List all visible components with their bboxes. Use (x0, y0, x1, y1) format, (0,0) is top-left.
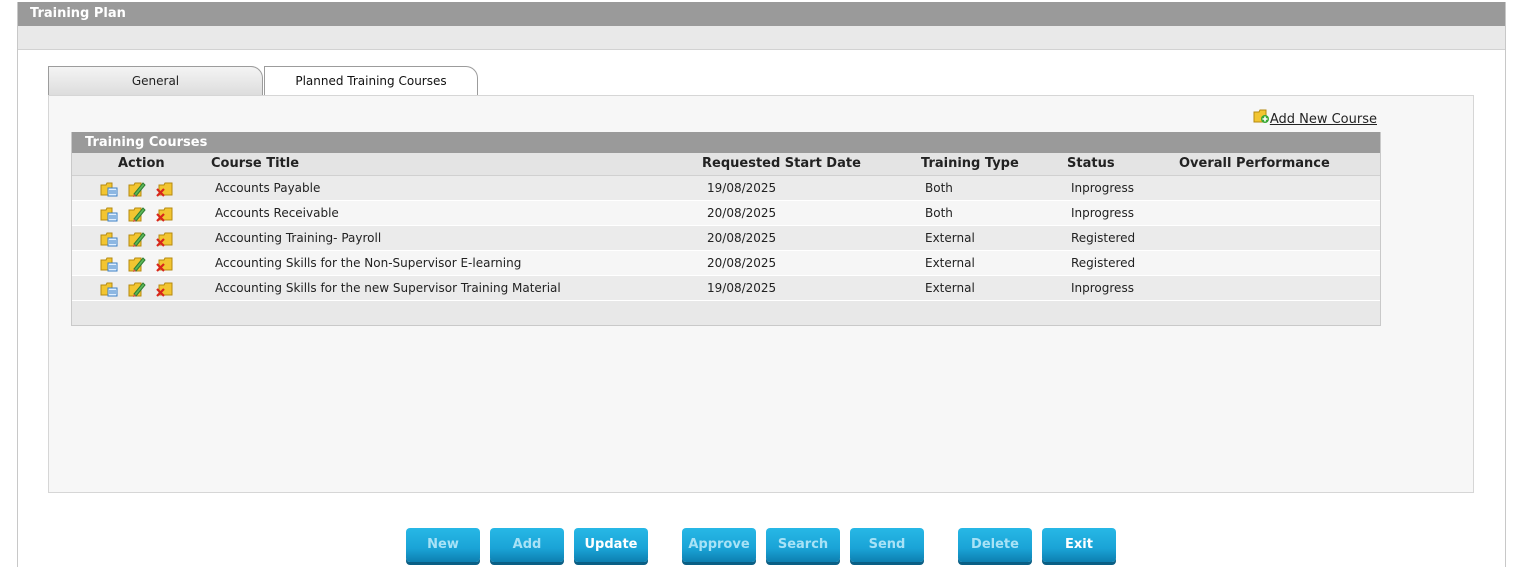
new-button[interactable]: New (406, 528, 480, 562)
row-actions (100, 205, 174, 222)
approve-button[interactable]: Approve (682, 528, 756, 562)
add-new-course-link[interactable]: Add New Course (1253, 109, 1377, 127)
col-course-title[interactable]: Course Title (211, 153, 299, 175)
delete-icon[interactable] (156, 180, 174, 197)
col-action[interactable]: Action (118, 153, 165, 175)
tab-panel: Add New Course Training Courses Action C… (48, 95, 1474, 493)
status-cell: Inprogress (1071, 206, 1134, 220)
status-cell: Inprogress (1071, 281, 1134, 295)
delete-button[interactable]: Delete (958, 528, 1032, 562)
delete-icon[interactable] (156, 255, 174, 272)
course-title-cell: Accounts Payable (215, 181, 321, 195)
action-button-bar: New Add Update Approve Search Send Delet… (0, 528, 1538, 564)
start-date-cell: 19/08/2025 (707, 281, 777, 295)
start-date-cell: 20/08/2025 (707, 256, 777, 270)
table-row: Accounting Skills for the Non-Supervisor… (72, 251, 1380, 276)
search-button[interactable]: Search (766, 528, 840, 562)
edit-icon[interactable] (128, 280, 146, 297)
table-row: Accounts Receivable 20/08/2025 Both Inprogr… (72, 201, 1380, 226)
exit-button[interactable]: Exit (1042, 528, 1116, 562)
training-plan-window: Training Plan General Planned Training C… (17, 2, 1506, 567)
col-overall-performance[interactable]: Overall Performance (1179, 153, 1330, 175)
row-actions (100, 280, 174, 297)
course-title-cell: Accounting Training- Payroll (215, 231, 382, 245)
status-cell: Registered (1071, 231, 1136, 245)
window-title: Training Plan (18, 2, 1505, 26)
status-cell: Registered (1071, 256, 1136, 270)
row-actions (100, 255, 174, 272)
table-row: Accounting Training- Payroll 20/08/2025 Ex… (72, 226, 1380, 251)
training-type-cell: Both (925, 206, 953, 220)
row-actions (100, 230, 174, 247)
grid-caption: Training Courses (72, 132, 1380, 153)
edit-icon[interactable] (128, 230, 146, 247)
add-new-course-label: Add New Course (1269, 112, 1377, 127)
training-type-cell: External (925, 281, 975, 295)
view-icon[interactable] (100, 205, 118, 222)
view-icon[interactable] (100, 255, 118, 272)
table-row: Accounting Skills for the new Supervisor… (72, 276, 1380, 301)
delete-icon[interactable] (156, 230, 174, 247)
start-date-cell: 19/08/2025 (707, 181, 777, 195)
grid-header: Action Course Title Requested Start Date… (72, 153, 1380, 176)
delete-icon[interactable] (156, 205, 174, 222)
table-row: Accounts Payable 19/08/2025 Both Inprogress (72, 176, 1380, 201)
start-date-cell: 20/08/2025 (707, 206, 777, 220)
course-title-cell: Accounting Skills for the new Supervisor… (215, 281, 561, 295)
row-actions (100, 180, 174, 197)
view-icon[interactable] (100, 180, 118, 197)
course-title-cell: Accounts Receivable (215, 206, 339, 220)
add-folder-icon (1253, 109, 1269, 123)
grid-body: Accounts Payable 19/08/2025 Both Inprogress… (72, 176, 1380, 301)
tab-general[interactable]: General (48, 66, 263, 96)
edit-icon[interactable] (128, 205, 146, 222)
add-button[interactable]: Add (490, 528, 564, 562)
send-button[interactable]: Send (850, 528, 924, 562)
tab-planned-training-courses[interactable]: Planned Training Courses (264, 66, 478, 98)
edit-icon[interactable] (128, 180, 146, 197)
status-cell: Inprogress (1071, 181, 1134, 195)
grid-footer (72, 301, 1380, 325)
col-training-type[interactable]: Training Type (921, 153, 1019, 175)
training-courses-grid: Training Courses Action Course Title Req… (71, 132, 1381, 326)
view-icon[interactable] (100, 280, 118, 297)
col-requested-start-date[interactable]: Requested Start Date (702, 153, 861, 175)
update-button[interactable]: Update (574, 528, 648, 562)
training-type-cell: External (925, 231, 975, 245)
delete-icon[interactable] (156, 280, 174, 297)
edit-icon[interactable] (128, 255, 146, 272)
start-date-cell: 20/08/2025 (707, 231, 777, 245)
training-type-cell: External (925, 256, 975, 270)
training-type-cell: Both (925, 181, 953, 195)
view-icon[interactable] (100, 230, 118, 247)
sub-toolbar (18, 26, 1505, 50)
course-title-cell: Accounting Skills for the Non-Supervisor… (215, 256, 522, 270)
col-status[interactable]: Status (1067, 153, 1115, 175)
